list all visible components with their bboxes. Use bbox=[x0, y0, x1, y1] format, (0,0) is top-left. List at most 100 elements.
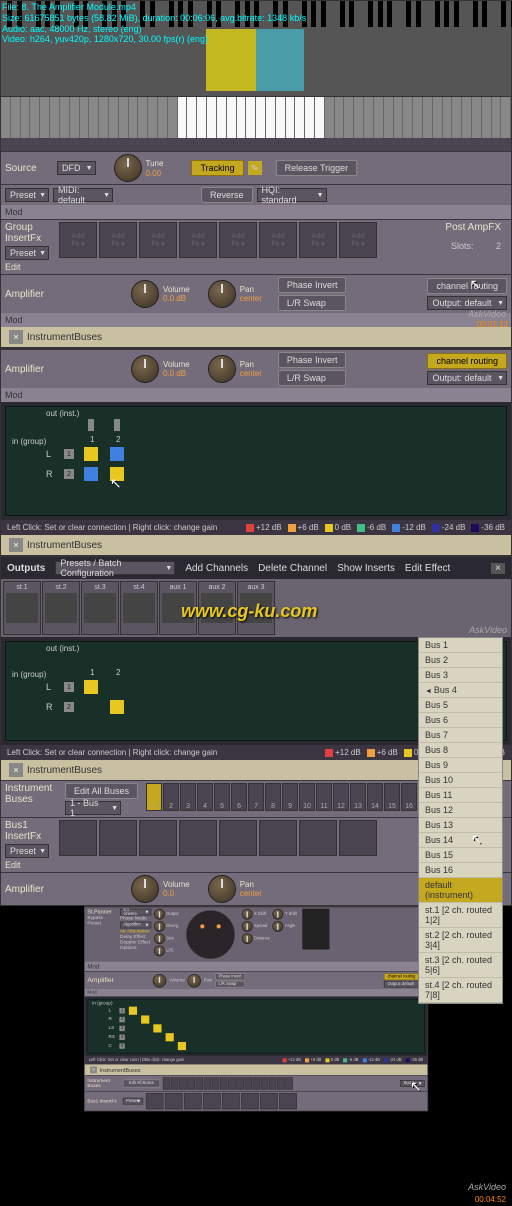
routing-cell[interactable] bbox=[84, 447, 98, 461]
bus-fx-slot[interactable] bbox=[219, 820, 257, 856]
volume-knob-2[interactable] bbox=[131, 355, 159, 383]
bus-slot[interactable]: 4 bbox=[197, 783, 213, 811]
bus-slot[interactable]: 13 bbox=[350, 783, 366, 811]
source-mod-row[interactable]: Mod bbox=[1, 205, 511, 219]
channel-strip[interactable]: st.4 bbox=[120, 581, 158, 635]
bus-slot[interactable]: 9 bbox=[282, 783, 298, 811]
fx-slot[interactable]: AddFx ▾ bbox=[259, 222, 297, 258]
pan-knob[interactable] bbox=[208, 280, 236, 308]
fx-slot[interactable]: AddFx ▾ bbox=[179, 222, 217, 258]
bus-menu-output[interactable]: st.1 [2 ch. routed 1|2] bbox=[419, 903, 502, 928]
bus-menu-item[interactable]: Bus 5 bbox=[419, 698, 502, 713]
routing-cell[interactable] bbox=[166, 1033, 174, 1041]
lfe-knob[interactable] bbox=[154, 945, 165, 956]
routing-cell[interactable] bbox=[110, 447, 124, 461]
edit-effect-button[interactable]: Edit Effect bbox=[405, 563, 450, 574]
channel-strip[interactable]: st.2 bbox=[42, 581, 80, 635]
bus-slot[interactable]: 15 bbox=[384, 783, 400, 811]
bus-context-menu[interactable]: const bm=["Bus 1","Bus 2","Bus 3","Bus 4… bbox=[418, 637, 503, 1004]
routing-cell[interactable] bbox=[178, 1042, 186, 1050]
bus-menu-item[interactable]: Bus 10 bbox=[419, 773, 502, 788]
fx-slot[interactable]: AddFx ▾ bbox=[339, 222, 377, 258]
bus-menu-output[interactable]: st.2 [2 ch. routed 3|4] bbox=[419, 928, 502, 953]
source-preset-dropdown[interactable]: Preset bbox=[5, 188, 49, 202]
angle-knob[interactable] bbox=[273, 921, 284, 932]
group-fx-edit[interactable]: Edit bbox=[5, 262, 55, 272]
routing-cell[interactable] bbox=[84, 680, 98, 694]
bus-fx-slot[interactable] bbox=[339, 820, 377, 856]
diverg-knob[interactable] bbox=[154, 921, 165, 932]
bus-menu-item[interactable]: Bus 7 bbox=[419, 728, 502, 743]
tune-knob[interactable] bbox=[114, 154, 142, 182]
presets-batch-dropdown[interactable]: Presets / Batch Configuration bbox=[55, 561, 175, 575]
bus-slot[interactable]: 5 bbox=[214, 783, 230, 811]
bus-menu-item[interactable]: Bus 8 bbox=[419, 743, 502, 758]
lr-swap-button[interactable]: L/R Swap bbox=[278, 295, 347, 311]
close-outputs-icon[interactable]: × bbox=[491, 563, 505, 574]
size-knob[interactable] bbox=[154, 933, 165, 944]
surround-panner[interactable] bbox=[186, 910, 235, 959]
lr-swap-button-2[interactable]: L/R Swap bbox=[278, 370, 347, 386]
phase-invert-button-2[interactable]: Phase Invert bbox=[278, 352, 347, 368]
pan-knob-3[interactable] bbox=[208, 875, 236, 903]
source-dropdown[interactable]: DFD bbox=[57, 161, 96, 175]
bus-fx-slot[interactable] bbox=[179, 820, 217, 856]
bus-slot[interactable]: 12 bbox=[333, 783, 349, 811]
bus-fx-slot[interactable] bbox=[139, 820, 177, 856]
channel-routing-button-active[interactable]: channel routing bbox=[427, 353, 507, 369]
amp-mod-row[interactable]: Mod bbox=[1, 313, 511, 327]
close-icon[interactable]: × bbox=[9, 538, 23, 552]
routing-grid[interactable]: out (inst.) in (group) 1 2 L R 1 2 bbox=[5, 406, 507, 516]
fx-slot[interactable]: AddFx ▾ bbox=[99, 222, 137, 258]
bus-menu-default[interactable]: default (instrument) bbox=[419, 878, 502, 903]
bus-fx-slot[interactable] bbox=[59, 820, 97, 856]
output-dropdown-2[interactable]: Output: default bbox=[427, 371, 507, 385]
channel-strip[interactable]: st.3 bbox=[81, 581, 119, 635]
bus-slot[interactable]: 3 bbox=[180, 783, 196, 811]
bus-menu-item[interactable]: Bus 2 bbox=[419, 653, 502, 668]
edit-all-buses-button[interactable]: Edit All Buses bbox=[65, 783, 138, 799]
bus-slot[interactable]: 7 bbox=[248, 783, 264, 811]
hq-dropdown[interactable]: HQI: standard bbox=[257, 188, 327, 202]
instrument-buses-tab[interactable]: InstrumentBuses bbox=[27, 332, 102, 343]
bus-menu-item[interactable]: Bus 14 bbox=[419, 833, 502, 848]
fx-slot[interactable]: AddFx ▾ bbox=[219, 222, 257, 258]
bus-menu-item[interactable]: Bus 9 bbox=[419, 758, 502, 773]
bus-menu-item[interactable]: Bus 3 bbox=[419, 668, 502, 683]
air-absorption-button[interactable]: Air Absorption bbox=[120, 929, 151, 934]
delete-channel-button[interactable]: Delete Channel bbox=[258, 563, 327, 574]
bus-menu-item[interactable]: Bus 15 bbox=[419, 848, 502, 863]
channel-strip[interactable]: st.1 bbox=[3, 581, 41, 635]
routing-cell[interactable] bbox=[153, 1024, 161, 1032]
piano-keyboard[interactable]: for(let i=0;i<52;i++)document.write('<di… bbox=[1, 96, 511, 138]
fx-slot[interactable]: AddFx ▾ bbox=[299, 222, 337, 258]
channel-routing-button[interactable]: channel routing bbox=[427, 278, 507, 294]
bus-menu-item[interactable]: Bus 1 bbox=[419, 638, 502, 653]
phase-invert-button[interactable]: Phase Invert bbox=[278, 277, 347, 293]
bus-fx-slot[interactable] bbox=[299, 820, 337, 856]
yshift-knob[interactable] bbox=[273, 909, 284, 920]
bus-menu-item[interactable]: Bus 13 bbox=[419, 818, 502, 833]
bus-fx-slot[interactable] bbox=[259, 820, 297, 856]
output-knob[interactable] bbox=[154, 909, 165, 920]
tracking-edit-icon[interactable]: ✎ bbox=[248, 161, 262, 175]
volume-knob-3[interactable] bbox=[131, 875, 159, 903]
routing-cell[interactable] bbox=[84, 467, 98, 481]
bus-slot[interactable]: 10 bbox=[299, 783, 315, 811]
bus-menu-output[interactable]: st.4 [2 ch. routed 7|8] bbox=[419, 978, 502, 1003]
bus-menu-item[interactable]: Bus 12 bbox=[419, 803, 502, 818]
routing-cell[interactable] bbox=[110, 700, 124, 714]
fx-slot[interactable]: AddFx ▾ bbox=[139, 222, 177, 258]
routing-cell[interactable] bbox=[129, 1007, 137, 1015]
show-inserts-button[interactable]: Show Inserts bbox=[337, 563, 395, 574]
bus-fx-slot[interactable] bbox=[99, 820, 137, 856]
release-trigger-button[interactable]: Release Trigger bbox=[276, 160, 358, 176]
bus-slot[interactable]: 14 bbox=[367, 783, 383, 811]
tracking-button[interactable]: Tracking bbox=[191, 160, 243, 176]
bus-slot[interactable]: 11 bbox=[316, 783, 332, 811]
distance-knob[interactable] bbox=[242, 933, 253, 944]
bus-select-dropdown[interactable]: 1 - Bus 1 bbox=[65, 801, 121, 815]
close-icon[interactable]: × bbox=[9, 763, 23, 777]
group-fx-preset[interactable]: Preset bbox=[5, 246, 49, 260]
bus-menu-output[interactable]: st.3 [2 ch. routed 5|6] bbox=[419, 953, 502, 978]
